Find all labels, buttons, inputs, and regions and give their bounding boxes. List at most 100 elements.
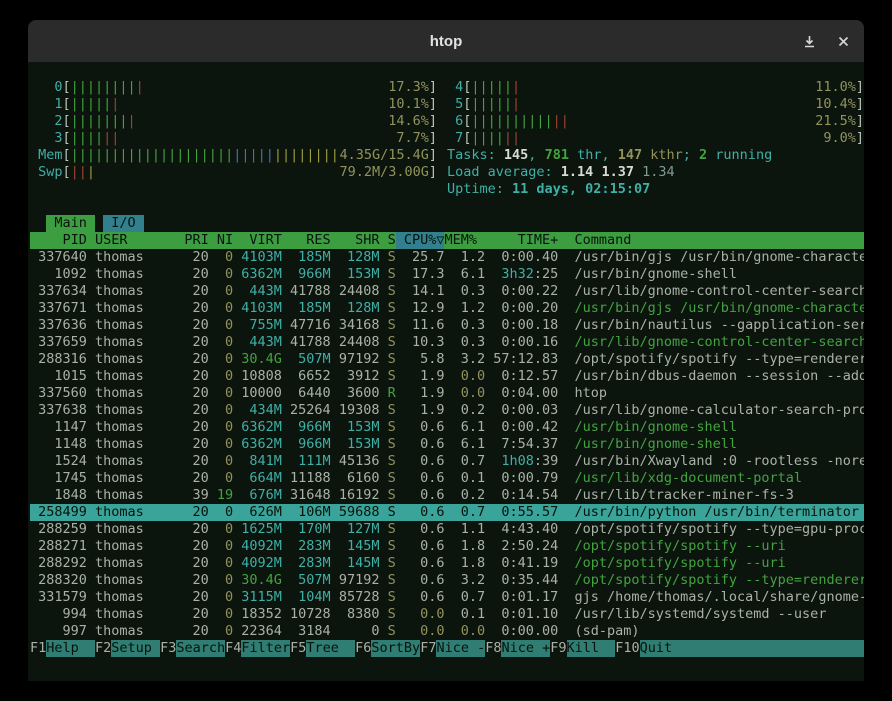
cell-shr: 0 (331, 623, 380, 640)
cell-ni: 0 (209, 589, 233, 606)
cell-mem: 0.7 (444, 504, 485, 521)
cell-time: 1h08:39 (485, 453, 558, 470)
time-rest: 7:54.37 (501, 436, 558, 452)
cell-cpu: 0.6 (396, 504, 445, 521)
process-row[interactable]: 258499thomas200626M106M59688S0.60.70:55.… (30, 504, 864, 521)
cell-res: 966M (282, 266, 331, 283)
fn-button-help[interactable]: F1Help (30, 640, 95, 657)
process-row[interactable]: 997thomas2002236431840S0.00.00:00.00(sd-… (30, 623, 864, 640)
process-row[interactable]: 288259thomas2001625M170M127MS0.61.14:43.… (30, 521, 864, 538)
cell-pid: 1147 (30, 419, 87, 436)
process-row[interactable]: 1848thomas3919676M3164816192S0.60.20:14.… (30, 487, 864, 504)
tab-io[interactable]: I/O (103, 215, 144, 232)
process-row[interactable]: 337636thomas200755M4771634168S11.60.30:0… (30, 317, 864, 334)
cell-time: 0:00.03 (485, 402, 558, 419)
window-down-arrow-button[interactable] (800, 32, 818, 50)
cell-res: 106M (282, 504, 331, 521)
meter-open-bracket: [ (463, 130, 471, 147)
column-header-time[interactable]: TIME+ (485, 232, 558, 249)
fn-button-nice[interactable]: F7Nice - (420, 640, 485, 657)
process-row[interactable]: 994thomas20018352107288380S0.00.10:01.10… (30, 606, 864, 623)
fn-button-sortby[interactable]: F6SortBy (355, 640, 420, 657)
column-header-state[interactable]: S (379, 232, 395, 249)
process-row[interactable]: 288320thomas20030.4G507M97192S0.63.20:35… (30, 572, 864, 589)
fn-label: Kill (567, 640, 616, 657)
column-header-user[interactable]: USER (87, 232, 168, 249)
meter-segment-green: |||||||| (71, 79, 136, 95)
fn-button-setup[interactable]: F2Setup (95, 640, 160, 657)
window-title: htop (430, 33, 462, 50)
process-row[interactable]: 288316thomas20030.4G507M97192S5.83.257:1… (30, 351, 864, 368)
fn-button-filter[interactable]: F4Filter (225, 640, 290, 657)
fn-button-nice[interactable]: F8Nice + (485, 640, 550, 657)
process-row[interactable]: 1745thomas200664M111886160S0.60.10:00.79… (30, 470, 864, 487)
fn-button-search[interactable]: F3Search (160, 640, 225, 657)
meter-segment-red: | (512, 96, 520, 112)
cell-ni: 0 (209, 521, 233, 538)
process-row[interactable]: 288292thomas2004092M283M145MS0.61.80:41.… (30, 555, 864, 572)
process-row[interactable]: 337560thomas2001000064403600R1.90.00:04.… (30, 385, 864, 402)
cell-user: thomas (87, 385, 168, 402)
process-row[interactable]: 1015thomas2001080866523912S1.90.00:12.57… (30, 368, 864, 385)
column-header-cpu-sorted[interactable]: CPU%▽ (396, 232, 445, 249)
meter-open-bracket: [ (463, 113, 471, 130)
cell-ni: 0 (209, 606, 233, 623)
cell-res: 507M (282, 351, 331, 368)
cpu-meter-6: 6[||||||||||||21.5%] (447, 113, 864, 130)
fn-button-tree[interactable]: F5Tree (290, 640, 355, 657)
tab-main[interactable]: Main (46, 215, 95, 232)
titlebar[interactable]: htop (28, 20, 864, 62)
cell-state: S (379, 623, 395, 640)
cell-cpu: 11.6 (396, 317, 445, 334)
process-row[interactable]: 1148thomas2006362M966M153MS0.66.17:54.37… (30, 436, 864, 453)
cell-shr: 19308 (331, 402, 380, 419)
cell-res: 966M (282, 419, 331, 436)
cell-mem: 0.0 (444, 368, 485, 385)
meter-segment-green: |||||||||||||||||||| (71, 147, 234, 163)
process-row[interactable]: 337638thomas200434M2526419308S1.90.20:00… (30, 402, 864, 419)
process-row[interactable]: 288271thomas2004092M283M145MS0.61.82:50.… (30, 538, 864, 555)
cell-pri: 20 (168, 504, 209, 521)
meter-close-bracket: ] (429, 147, 437, 164)
close-button[interactable] (834, 32, 852, 50)
fn-button-kill[interactable]: F9Kill (550, 640, 615, 657)
threads-count: 781 (545, 147, 569, 163)
cell-state: S (379, 572, 395, 589)
column-header-res[interactable]: RES (282, 232, 331, 249)
cell-virt: 10808 (233, 368, 282, 385)
column-header-command[interactable]: Command (558, 232, 864, 249)
column-header-mem[interactable]: MEM% (444, 232, 485, 249)
tasks-label: Tasks: (447, 147, 504, 163)
cell-pid: 337636 (30, 317, 87, 334)
column-header-virt[interactable]: VIRT (233, 232, 282, 249)
fn-label: Filter (241, 640, 290, 657)
htop-terminal: 0[|||||||||17.3%]1[||||||10.1%]2[|||||||… (28, 62, 864, 681)
cell-time: 0:00.18 (485, 317, 558, 334)
process-row[interactable]: 337634thomas200443M4178824408S14.10.30:0… (30, 283, 864, 300)
time-rest: 4:43.40 (501, 521, 558, 537)
process-row[interactable]: 337671thomas2004103M185M128MS12.91.20:00… (30, 300, 864, 317)
cell-pid: 337640 (30, 249, 87, 266)
cell-command: /usr/bin/Xwayland :0 -rootless -nores (558, 453, 864, 470)
fn-button-quit[interactable]: F10Quit (615, 640, 864, 657)
column-header-shr[interactable]: SHR (331, 232, 380, 249)
meter-value: 79.2M/3.00G (337, 164, 428, 181)
process-row[interactable]: 1147thomas2006362M966M153MS0.66.10:00.42… (30, 419, 864, 436)
column-header-ni[interactable]: NI (209, 232, 233, 249)
process-row[interactable]: 337640thomas2004103M185M128MS25.71.20:00… (30, 249, 864, 266)
process-row[interactable]: 1092thomas2006362M966M153MS17.36.13h32:2… (30, 266, 864, 283)
meter-bar: ||||||||||||21.5% (471, 113, 855, 130)
process-row[interactable]: 331579thomas2003115M104M85728S0.60.70:01… (30, 589, 864, 606)
time-rest: 0:35.44 (501, 572, 558, 588)
process-row[interactable]: 337659thomas200443M4178824408S10.30.30:0… (30, 334, 864, 351)
process-row[interactable]: 1524thomas200841M111M45136S0.60.71h08:39… (30, 453, 864, 470)
cell-time: 0:00.42 (485, 419, 558, 436)
fn-key: F3 (160, 640, 176, 657)
cell-mem: 0.3 (444, 283, 485, 300)
fn-label: SortBy (371, 640, 420, 657)
column-header-pid[interactable]: PID (30, 232, 87, 249)
cell-mem: 0.2 (444, 487, 485, 504)
cell-cpu: 5.8 (396, 351, 445, 368)
cell-state: S (379, 606, 395, 623)
column-header-pri[interactable]: PRI (168, 232, 209, 249)
